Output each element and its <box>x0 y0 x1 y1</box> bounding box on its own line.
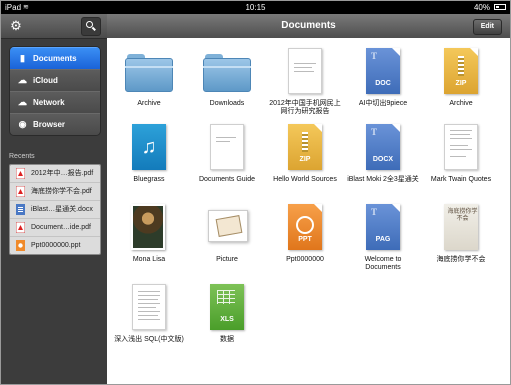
file-item[interactable]: ZIP Archive <box>422 38 500 108</box>
file-item[interactable]: T PAG Welcome to Documents <box>344 194 422 272</box>
picture-icon <box>208 210 248 242</box>
file-name: Mona Lisa <box>132 256 166 263</box>
text-thumbnail <box>444 124 478 170</box>
battery-icon <box>494 4 506 10</box>
recent-item-label: 海底捞你学不会.pdf <box>31 188 92 195</box>
recents-heading: Recents <box>9 153 35 160</box>
music-note-icon: ♫ <box>132 124 166 170</box>
file-grid: Archive Downloads 2012年中国手机网民上网行为研究报告 T <box>107 38 510 384</box>
sidebar-item-network[interactable]: ☁ Network <box>10 91 100 113</box>
file-item[interactable]: XLS 数据 <box>188 274 266 344</box>
sidebar-item-documents[interactable]: ▮ Documents <box>10 47 100 69</box>
clock: 10:15 <box>245 3 266 12</box>
file-name: Ppt0000000 <box>286 256 324 263</box>
sidebar-toolbar: ⚙ <box>1 14 107 39</box>
file-item[interactable]: PPT Ppt0000000 <box>266 194 344 264</box>
sidebar-item-label: iCloud <box>33 76 58 85</box>
recent-item[interactable]: Ppt0000000.ppt <box>10 236 100 254</box>
battery-percent: 40% <box>473 3 490 12</box>
file-name: Documents Guide <box>198 176 256 183</box>
pages-document-icon: T PAG <box>366 204 400 250</box>
recents-list: 2012年中…报告.pdf 海底捞你学不会.pdf iBlast…星通关.doc… <box>9 164 101 255</box>
pdf-file-icon <box>16 168 25 179</box>
recent-item-label: Ppt0000000.ppt <box>31 242 81 249</box>
recent-item[interactable]: iBlast…星通关.docx <box>10 200 100 218</box>
file-name: Archive <box>137 100 161 107</box>
gear-icon[interactable]: ⚙ <box>7 17 25 35</box>
file-name: Downloads <box>209 100 245 107</box>
file-name: Welcome to Documents <box>364 256 402 271</box>
pdf-thumbnail <box>210 124 244 170</box>
file-item[interactable]: Documents Guide <box>188 114 266 184</box>
recent-item[interactable]: 2012年中…报告.pdf <box>10 165 100 182</box>
file-item[interactable]: 2012年中国手机网民上网行为研究报告 <box>266 38 344 116</box>
file-item[interactable]: Mark Twain Quotes <box>422 114 500 184</box>
sidebar-item-label: Browser <box>33 120 66 129</box>
file-item[interactable]: ♫ Bluegrass <box>110 114 188 184</box>
sidebar-item-browser[interactable]: ◉ Browser <box>10 113 100 135</box>
powerpoint-file-icon: PPT <box>288 204 322 250</box>
spreadsheet-icon: XLS <box>210 284 244 330</box>
image-thumbnail <box>131 204 165 250</box>
sidebar-item-label: Documents <box>33 54 77 63</box>
cloud-icon: ☁ <box>18 75 27 85</box>
sidebar-item-label: Network <box>33 98 65 107</box>
search-button[interactable] <box>81 17 101 36</box>
folder-icon <box>203 54 251 92</box>
recent-item-label: 2012年中…报告.pdf <box>31 170 94 177</box>
file-name: iBlast Moki 2全3星通关 <box>347 176 419 183</box>
recent-item[interactable]: 海底捞你学不会.pdf <box>10 182 100 200</box>
app-window: iPad ≋ 10:15 40% ⚙ ▮ Documents ☁ iCloud … <box>0 0 511 385</box>
file-name: 数据 <box>220 336 234 343</box>
file-name: Picture <box>216 256 238 263</box>
sidebar-nav: ▮ Documents ☁ iCloud ☁ Network ◉ Browser <box>9 46 101 136</box>
title-bar: Documents Edit <box>107 14 510 39</box>
file-item[interactable]: Archive <box>110 38 188 108</box>
word-document-icon: T DOC <box>366 48 400 94</box>
pdf-file-icon <box>16 222 25 233</box>
folder-icon <box>125 54 173 92</box>
network-cloud-icon: ☁ <box>18 97 27 107</box>
file-item[interactable]: Picture <box>188 194 266 264</box>
pdf-file-icon <box>16 186 25 197</box>
book-cover-thumbnail: 海底捞你学不会 <box>444 204 478 250</box>
status-bar: iPad ≋ 10:15 40% <box>1 1 510 14</box>
file-name: Bluegrass <box>133 176 165 183</box>
file-name: Archive <box>449 100 473 107</box>
file-item[interactable]: 深入浅出 SQL(中文版) <box>110 274 188 344</box>
file-name: 深入浅出 SQL(中文版) <box>114 336 184 343</box>
file-item[interactable]: T DOC AI中切出9piece <box>344 38 422 108</box>
compass-icon: ◉ <box>18 119 27 129</box>
file-name: Hello World Sources <box>273 176 337 183</box>
word-file-icon <box>16 204 25 215</box>
zip-archive-icon: ZIP <box>444 48 478 94</box>
sidebar-item-icloud[interactable]: ☁ iCloud <box>10 69 100 91</box>
file-name: AI中切出9piece <box>358 100 408 107</box>
file-item[interactable]: T DOCX iBlast Moki 2全3星通关 <box>344 114 422 184</box>
page-title: Documents <box>281 20 336 31</box>
file-item[interactable]: Mona Lisa <box>110 194 188 264</box>
recent-item-label: iBlast…星通关.docx <box>31 206 93 213</box>
recent-item-label: Document…ide.pdf <box>31 224 91 231</box>
sidebar: ⚙ ▮ Documents ☁ iCloud ☁ Network ◉ Brows… <box>1 14 107 384</box>
pdf-thumbnail <box>288 48 322 94</box>
file-item[interactable]: Downloads <box>188 38 266 108</box>
document-icon: ▮ <box>20 53 25 63</box>
word-document-icon: T DOCX <box>366 124 400 170</box>
recent-item[interactable]: Document…ide.pdf <box>10 218 100 236</box>
edit-button[interactable]: Edit <box>472 19 502 35</box>
powerpoint-file-icon <box>16 240 25 251</box>
file-item[interactable]: 海底捞你学不会 海底捞你学不会 <box>422 194 500 264</box>
zip-archive-icon: ZIP <box>288 124 322 170</box>
file-name: 海底捞你学不会 <box>436 256 486 263</box>
pdf-thumbnail <box>132 284 166 330</box>
file-name: Mark Twain Quotes <box>430 176 492 183</box>
file-item[interactable]: ZIP Hello World Sources <box>266 114 344 184</box>
